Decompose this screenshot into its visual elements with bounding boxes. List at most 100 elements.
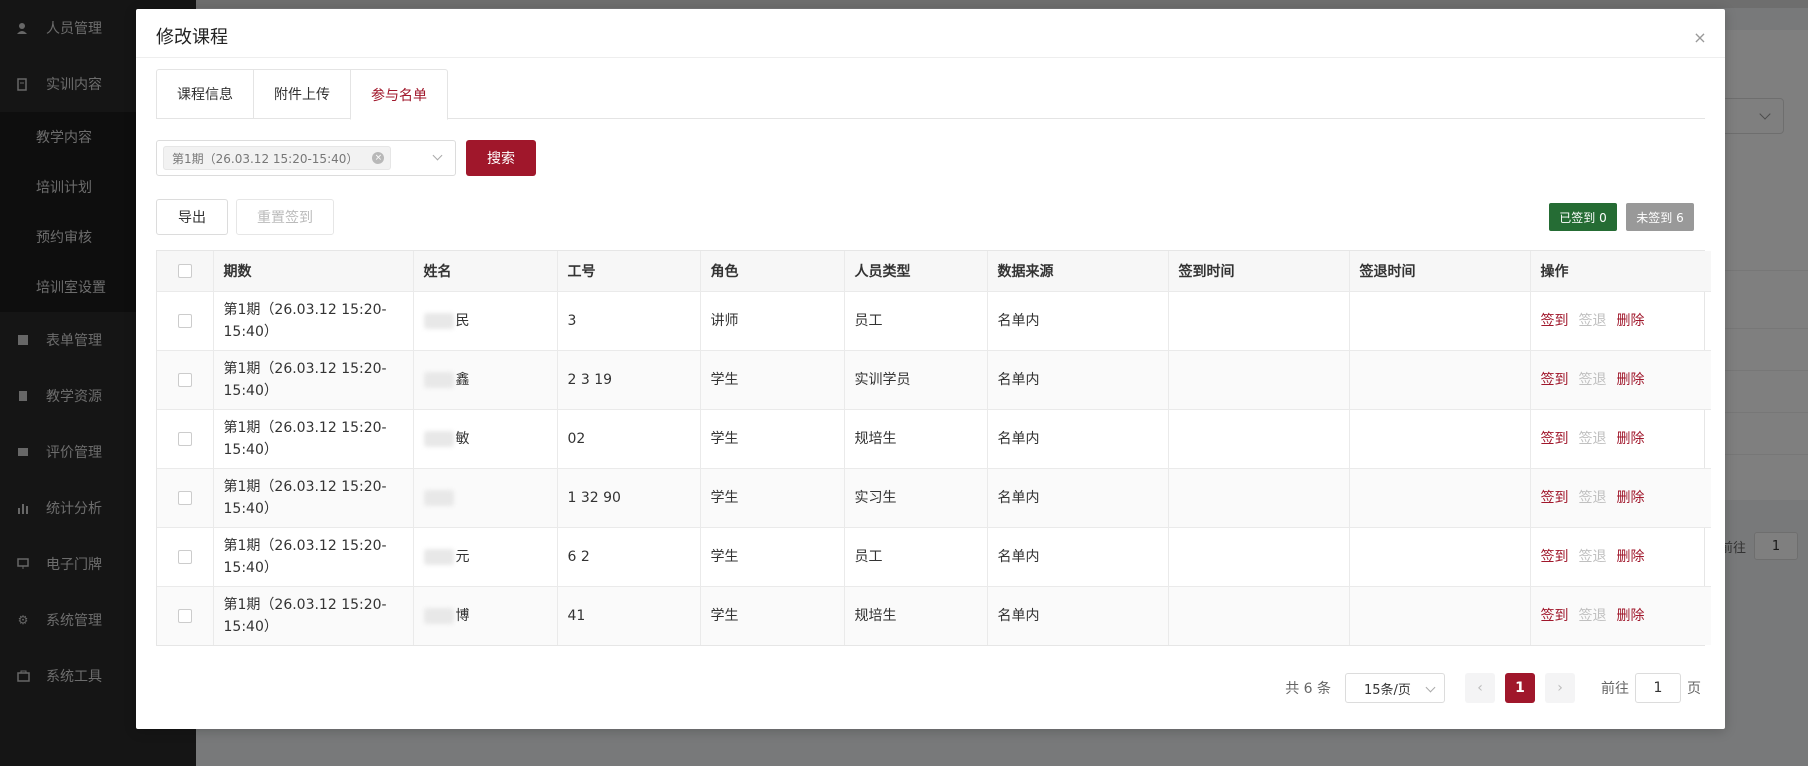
close-icon[interactable]: ×	[1693, 30, 1707, 46]
row-checkbox[interactable]	[177, 313, 192, 328]
signed-in-badge: 已签到 0	[1549, 203, 1617, 231]
sign-in-link[interactable]: 签到	[1541, 313, 1569, 329]
cell-name: 敏	[413, 409, 558, 469]
redacted-mark	[423, 371, 454, 388]
sign-out-link[interactable]: 签退	[1579, 431, 1607, 447]
cell-type: 员工	[844, 291, 988, 351]
cell-source: 名单内	[987, 468, 1169, 528]
cell-period: 第1期（26.03.12 15:20-15:40）	[213, 350, 414, 410]
cell-type: 实训学员	[844, 350, 988, 410]
period-select[interactable]: 第1期（26.03.12 15:20-15:40） ×	[156, 140, 456, 176]
edit-course-dialog: 修改课程 × 课程信息 附件上传 参与名单 第1期（26.03.12 15:20…	[136, 9, 1725, 729]
pagination: 共 6 条 15条/页 ‹ 1 › 前往 页	[1285, 673, 1701, 703]
redacted-mark	[423, 489, 454, 506]
tab-course-info[interactable]: 课程信息	[156, 69, 253, 119]
reset-signin-button[interactable]: 重置签到	[236, 199, 334, 235]
redacted-mark	[423, 430, 454, 447]
cell-id: 41	[557, 586, 701, 645]
cell-source: 名单内	[987, 409, 1169, 469]
delete-link[interactable]: 删除	[1617, 372, 1645, 388]
cell-role: 学生	[700, 527, 845, 587]
delete-link[interactable]: 删除	[1617, 549, 1645, 565]
tab-participant-list[interactable]: 参与名单	[350, 69, 448, 120]
cell-type: 员工	[844, 527, 988, 587]
row-select-cell	[157, 350, 214, 410]
row-select-cell	[157, 468, 214, 528]
delete-link[interactable]: 删除	[1617, 313, 1645, 329]
table-row: 第1期（26.03.12 15:20-15:40） 鑫 2 3 19 学生 实训学员 名单…	[157, 350, 1711, 410]
not-signed-badge: 未签到 6	[1626, 203, 1694, 231]
cell-type: 规培生	[844, 409, 988, 469]
delete-link[interactable]: 删除	[1617, 431, 1645, 447]
cell-name: 元	[413, 527, 558, 587]
cell-period: 第1期（26.03.12 15:20-15:40）	[213, 586, 414, 645]
sign-in-link[interactable]: 签到	[1541, 431, 1569, 447]
goto-page-input[interactable]	[1635, 673, 1681, 703]
tag-close-icon[interactable]: ×	[372, 152, 385, 164]
sign-in-link[interactable]: 签到	[1541, 608, 1569, 624]
page-size-select[interactable]: 15条/页	[1345, 673, 1445, 703]
delete-link[interactable]: 删除	[1617, 490, 1645, 506]
cell-signin-time	[1168, 586, 1350, 645]
delete-link[interactable]: 删除	[1617, 608, 1645, 624]
cell-id: 1 32 90	[557, 468, 701, 528]
sign-out-link[interactable]: 签退	[1579, 549, 1607, 565]
cell-signin-time	[1168, 350, 1350, 410]
sign-in-link[interactable]: 签到	[1541, 490, 1569, 506]
cell-id: 2 3 19	[557, 350, 701, 410]
cell-period: 第1期（26.03.12 15:20-15:40）	[213, 527, 414, 587]
participant-table: 期数 姓名 工号 角色 人员类型 数据来源 签到时间 签退时间 操作 第1期（2…	[156, 250, 1711, 646]
select-all-cell	[157, 251, 214, 292]
column-header: 签到时间	[1168, 251, 1350, 292]
sign-out-link[interactable]: 签退	[1579, 372, 1607, 388]
search-button[interactable]: 搜索	[466, 140, 536, 176]
sign-out-link[interactable]: 签退	[1579, 313, 1607, 329]
column-header: 签退时间	[1349, 251, 1531, 292]
cell-actions: 签到 签退 删除	[1530, 527, 1711, 587]
row-checkbox[interactable]	[177, 431, 192, 446]
cell-name	[413, 468, 558, 528]
pagination-total: 共 6 条	[1285, 681, 1331, 697]
row-checkbox[interactable]	[177, 608, 192, 623]
sign-out-link[interactable]: 签退	[1579, 490, 1607, 506]
sign-in-link[interactable]: 签到	[1541, 549, 1569, 565]
cell-signout-time	[1349, 527, 1531, 587]
cell-name: 民	[413, 291, 558, 351]
select-all-checkbox[interactable]	[177, 263, 192, 278]
cell-role: 学生	[700, 468, 845, 528]
cell-actions: 签到 签退 删除	[1530, 350, 1711, 410]
redacted-mark	[423, 548, 454, 565]
prev-page-button[interactable]: ‹	[1465, 673, 1495, 703]
cell-type: 实习生	[844, 468, 988, 528]
page-number-button[interactable]: 1	[1505, 673, 1535, 703]
table-row: 第1期（26.03.12 15:20-15:40） 博 41 学生 规培生 名单内 签到 签退…	[157, 586, 1711, 645]
dialog-header: 修改课程 ×	[136, 9, 1725, 58]
table-row: 第1期（26.03.12 15:20-15:40） 敏 02 学生 规培生 名单内 签到 签退…	[157, 409, 1711, 469]
table-row: 第1期（26.03.12 15:20-15:40） 1 32 90 学生 实习生 名单内…	[157, 468, 1711, 528]
tab-attachment-upload[interactable]: 附件上传	[253, 69, 350, 119]
cell-name: 鑫	[413, 350, 558, 410]
goto-label: 前往	[1601, 681, 1629, 697]
cell-type: 规培生	[844, 586, 988, 645]
row-checkbox[interactable]	[177, 372, 192, 387]
sign-out-link[interactable]: 签退	[1579, 608, 1607, 624]
cell-name-text: 民	[455, 312, 470, 329]
cell-source: 名单内	[987, 586, 1169, 645]
row-checkbox[interactable]	[177, 490, 192, 505]
dialog-tabs: 课程信息 附件上传 参与名单	[156, 69, 1705, 120]
table-header-row: 期数 姓名 工号 角色 人员类型 数据来源 签到时间 签退时间 操作	[157, 251, 1711, 292]
cell-signin-time	[1168, 468, 1350, 528]
cell-actions: 签到 签退 删除	[1530, 291, 1711, 351]
cell-actions: 签到 签退 删除	[1530, 409, 1711, 469]
cell-signout-time	[1349, 409, 1531, 469]
cell-period: 第1期（26.03.12 15:20-15:40）	[213, 468, 414, 528]
cell-role: 学生	[700, 586, 845, 645]
chevron-down-icon	[432, 150, 443, 161]
cell-id: 3	[557, 291, 701, 351]
export-button[interactable]: 导出	[156, 199, 228, 235]
next-page-button[interactable]: ›	[1545, 673, 1575, 703]
cell-signout-time	[1349, 350, 1531, 410]
table-row: 第1期（26.03.12 15:20-15:40） 元 6 2 学生 员工 名单内 签到 签退…	[157, 527, 1711, 587]
sign-in-link[interactable]: 签到	[1541, 372, 1569, 388]
row-checkbox[interactable]	[177, 549, 192, 564]
